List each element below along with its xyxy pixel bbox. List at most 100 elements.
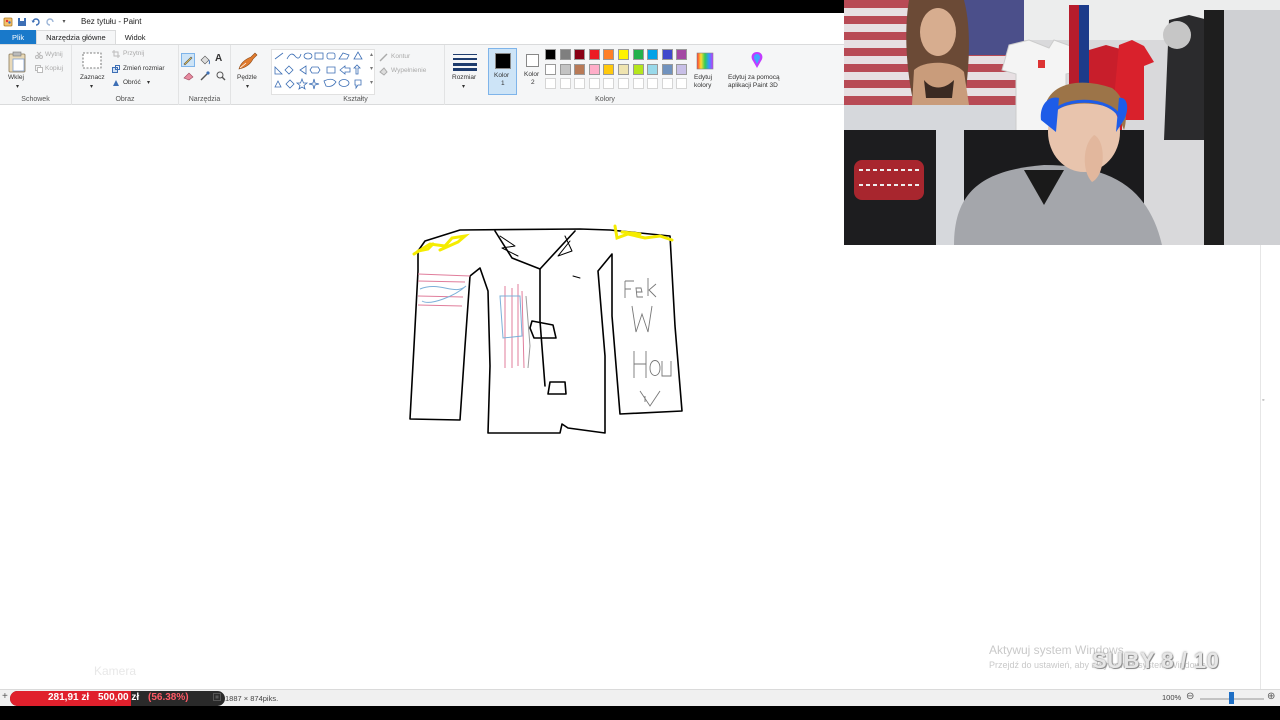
- tab-view[interactable]: Widok: [116, 30, 155, 44]
- palette-color-swatch[interactable]: [545, 49, 556, 60]
- eraser-tool-icon[interactable]: [183, 71, 195, 83]
- palette-color-swatch[interactable]: [632, 49, 644, 60]
- palette-color-swatch[interactable]: [618, 49, 629, 60]
- undo-icon[interactable]: [31, 17, 41, 27]
- crop-button[interactable]: Przytnij: [123, 50, 144, 57]
- palette-custom-swatch[interactable]: [647, 78, 659, 89]
- tab-home[interactable]: Narzędzia główne: [36, 30, 116, 44]
- tab-file[interactable]: Plik: [0, 30, 37, 44]
- palette-custom-swatch[interactable]: [661, 78, 673, 89]
- palette-custom-swatch[interactable]: [545, 78, 556, 89]
- zoom-in-icon[interactable]: ⊕: [1267, 691, 1275, 702]
- resize-button[interactable]: Zmień rozmiar: [123, 65, 165, 72]
- paste-button[interactable]: Wklej: [8, 74, 24, 81]
- palette-color-swatch[interactable]: [545, 63, 556, 75]
- palette-color-swatch[interactable]: [588, 63, 600, 75]
- image-group: Zaznacz ▾ Przytnij Zmień rozmiar Obróć ▾…: [72, 45, 179, 105]
- copy-icon: [35, 65, 43, 75]
- palette-color-swatch[interactable]: [559, 49, 571, 60]
- subs-goal-counter: SUBY 8 / 10: [1092, 648, 1220, 673]
- select-button[interactable]: Zaznacz: [80, 74, 105, 81]
- text-tool-icon[interactable]: A: [215, 53, 222, 64]
- palette-custom-swatch[interactable]: [559, 78, 571, 89]
- save-icon[interactable]: [17, 17, 27, 27]
- tools-group-label: Narzędzia: [188, 96, 221, 103]
- palette-color-swatch[interactable]: [574, 63, 586, 75]
- shapes-expand-icon[interactable]: ▾: [370, 79, 373, 86]
- palette-custom-swatch[interactable]: [588, 78, 600, 89]
- color2-number: 2: [531, 79, 535, 86]
- brushes-icon[interactable]: [237, 51, 259, 73]
- edit-colors-button[interactable]: Edytuj: [694, 74, 712, 81]
- palette-color-swatch[interactable]: [661, 49, 673, 60]
- edit-colors-icon[interactable]: [696, 52, 714, 72]
- size-button[interactable]: Rozmiar: [452, 74, 476, 81]
- drawing-canvas-right[interactable]: [844, 245, 1260, 689]
- cut-button[interactable]: Wytnij: [45, 51, 63, 58]
- palette-color-swatch[interactable]: [647, 63, 659, 75]
- rotate-dropdown-icon[interactable]: ▾: [147, 79, 150, 86]
- paste-icon[interactable]: [8, 51, 26, 75]
- customize-toolbar-icon[interactable]: ▾: [59, 17, 69, 27]
- size-icon[interactable]: [453, 53, 477, 73]
- size-dropdown-icon[interactable]: ▾: [462, 83, 465, 90]
- color1-selector[interactable]: Kolor 1: [488, 48, 517, 95]
- palette-custom-swatch[interactable]: [618, 78, 629, 89]
- palette-color-swatch[interactable]: [676, 63, 688, 75]
- select-icon[interactable]: [82, 52, 102, 72]
- shapes-scroll-down-icon[interactable]: ▾: [370, 65, 373, 72]
- shapes-group: ▴ ▾ ▾ Kontur Wypełnienie Kształty: [267, 45, 445, 105]
- drawing-canvas[interactable]: [0, 106, 844, 707]
- paint-app-icon: [3, 17, 13, 27]
- image-dimensions: 1887 × 874piks.: [213, 693, 278, 703]
- palette-color-swatch[interactable]: [632, 63, 644, 75]
- resize-icon: [112, 65, 120, 75]
- colors-group: Kolor 1 Kolor 2 Edytuj kolory Edytuj za …: [485, 45, 845, 105]
- rotate-button[interactable]: Obróć: [123, 79, 141, 86]
- magnifier-tool-icon[interactable]: [215, 70, 227, 84]
- fill-tool-icon[interactable]: [199, 54, 211, 68]
- palette-color-swatch[interactable]: [588, 49, 600, 60]
- palette-custom-swatch[interactable]: [632, 78, 644, 89]
- palette-color-swatch[interactable]: [647, 49, 659, 60]
- palette-color-swatch[interactable]: [661, 63, 673, 75]
- palette-color-swatch[interactable]: [603, 49, 615, 60]
- shapes-gallery[interactable]: [271, 49, 375, 95]
- fill-button[interactable]: Wypełnienie: [391, 67, 426, 74]
- palette-custom-swatch[interactable]: [603, 78, 615, 89]
- zoom-level: 100%: [1162, 693, 1182, 702]
- redo-icon[interactable]: [45, 17, 55, 27]
- brushes-dropdown-icon[interactable]: ▾: [246, 83, 249, 90]
- rotate-icon: [112, 79, 120, 89]
- palette-color-swatch[interactable]: [559, 63, 571, 75]
- palette-color-swatch[interactable]: [603, 63, 615, 75]
- canvas-resize-handle-icon[interactable]: ◦: [1262, 397, 1264, 404]
- palette-color-swatch[interactable]: [618, 63, 629, 75]
- select-dropdown-icon[interactable]: ▾: [90, 83, 93, 90]
- cut-icon: [35, 51, 43, 61]
- copy-button[interactable]: Kopiuj: [45, 65, 63, 72]
- shapes-scroll-up-icon[interactable]: ▴: [370, 51, 373, 58]
- palette-custom-swatch[interactable]: [574, 78, 586, 89]
- outline-button[interactable]: Kontur: [391, 53, 410, 60]
- paint3d-button[interactable]: Edytuj za pomocą: [728, 74, 780, 81]
- image-group-label: Obraz: [115, 96, 135, 103]
- title-bar: ▾ Bez tytułu - Paint: [0, 13, 844, 30]
- color2-label: Kolor: [524, 71, 540, 78]
- color-palette: [545, 49, 695, 93]
- brushes-button[interactable]: Pędzle: [237, 74, 257, 81]
- zoom-out-icon[interactable]: ⊖: [1186, 691, 1194, 702]
- palette-color-swatch[interactable]: [574, 49, 586, 60]
- paint3d-icon[interactable]: [749, 51, 765, 71]
- pencil-tool-icon[interactable]: [181, 53, 195, 67]
- brushes-group: Pędzle ▾: [231, 45, 267, 105]
- zoom-slider-thumb[interactable]: [1229, 692, 1234, 704]
- color2-selector[interactable]: Kolor 2: [519, 48, 548, 95]
- vertical-scrollbar[interactable]: ◦: [1260, 245, 1280, 689]
- image-size-icon: [213, 693, 221, 703]
- color-picker-tool-icon[interactable]: [199, 71, 211, 83]
- palette-custom-swatch[interactable]: [676, 78, 688, 89]
- palette-color-swatch[interactable]: [676, 49, 688, 60]
- webcam-feed: [844, 0, 1280, 245]
- paste-dropdown-icon[interactable]: ▾: [16, 83, 19, 90]
